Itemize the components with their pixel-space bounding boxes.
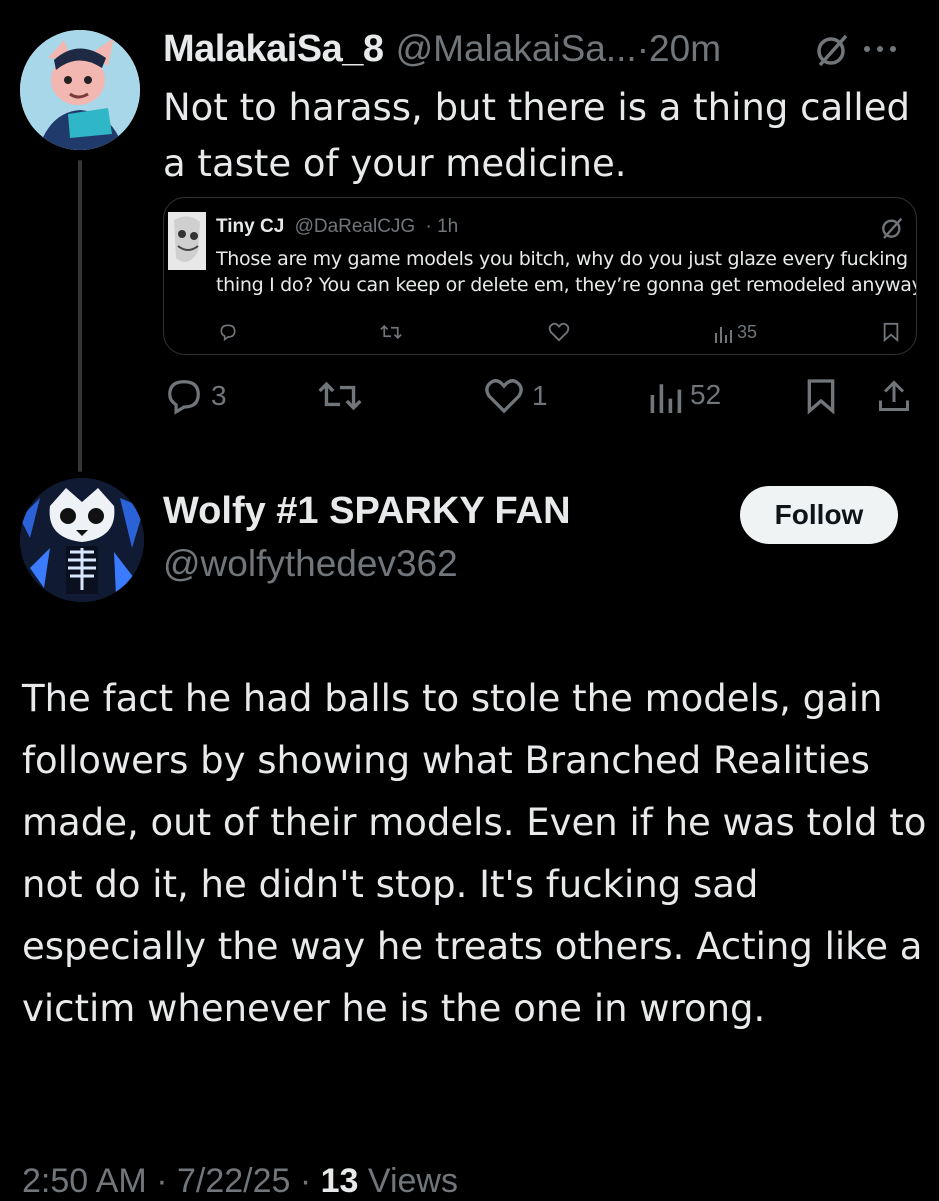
reply-handle[interactable]: @MalakaiSa...	[396, 28, 637, 70]
quoted-bookmark-icon[interactable]	[882, 322, 900, 342]
bookmark-icon[interactable]	[806, 377, 836, 415]
follow-button[interactable]: Follow	[740, 486, 898, 544]
main-text: The fact he had balls to stole the model…	[22, 677, 927, 1030]
views-count: 52	[690, 379, 722, 410]
tweet-meta: 2:50 AM · 7/22/25 · 13 Views	[22, 1162, 458, 1201]
quoted-header: Tiny CJ @DaRealCJG · 1h	[216, 216, 458, 238]
quoted-display-name[interactable]: Tiny CJ	[216, 216, 284, 237]
quoted-tweet[interactable]: Tiny CJ @DaRealCJG · 1h Those are my gam…	[163, 197, 917, 355]
views-icon	[650, 384, 682, 413]
reply-button[interactable]: 3	[165, 377, 227, 415]
thread-line	[78, 160, 82, 472]
quoted-views[interactable]: 35	[714, 322, 757, 343]
main-handle[interactable]: @wolfythedev362	[163, 543, 458, 585]
quoted-like-icon[interactable]	[548, 322, 570, 342]
quoted-views-count: 35	[737, 322, 758, 342]
reply-icon	[168, 380, 200, 415]
main-avatar[interactable]	[20, 478, 144, 602]
retweet-icon	[318, 381, 362, 411]
quoted-grok-icon[interactable]	[880, 216, 904, 240]
quoted-text-line-1: Those are my game models you bitch, why …	[216, 248, 908, 270]
reply-avatar[interactable]	[20, 30, 140, 150]
quoted-time: · 1h	[425, 216, 459, 237]
quoted-retweet-icon[interactable]	[380, 322, 402, 342]
quoted-handle[interactable]: @DaRealCJG	[295, 216, 416, 237]
views-button[interactable]: 52	[648, 377, 721, 413]
reply-display-name[interactable]: MalakaiSa_8	[163, 28, 384, 71]
quoted-views-icon	[715, 326, 732, 343]
reply-header: MalakaiSa_8 @MalakaiSa... · 20m	[163, 24, 923, 74]
quoted-text-line-2: thing I do? You can keep or delete em, t…	[216, 274, 917, 296]
views-label: Views	[358, 1162, 458, 1200]
reply-text: Not to harass, but there is a thing call…	[163, 86, 910, 185]
like-button[interactable]: 1	[484, 377, 548, 415]
like-count: 1	[532, 380, 548, 411]
grok-icon[interactable]	[814, 32, 850, 68]
view-count: 13	[320, 1162, 359, 1200]
main-display-name[interactable]: Wolfy #1 SPARKY FAN	[163, 490, 571, 533]
like-icon	[485, 379, 523, 414]
reply-separator: ·	[636, 28, 650, 69]
reply-count: 3	[211, 380, 227, 411]
more-icon[interactable]	[862, 44, 898, 54]
quoted-avatar	[168, 212, 206, 270]
quoted-reply-icon[interactable]	[218, 322, 238, 342]
reply-time[interactable]: 20m	[649, 28, 721, 70]
timestamp[interactable]: 2:50 AM · 7/22/25 ·	[22, 1162, 321, 1200]
retweet-button[interactable]	[318, 377, 362, 415]
share-icon[interactable]	[876, 377, 912, 415]
quoted-text: Those are my game models you bitch, why …	[216, 246, 917, 298]
